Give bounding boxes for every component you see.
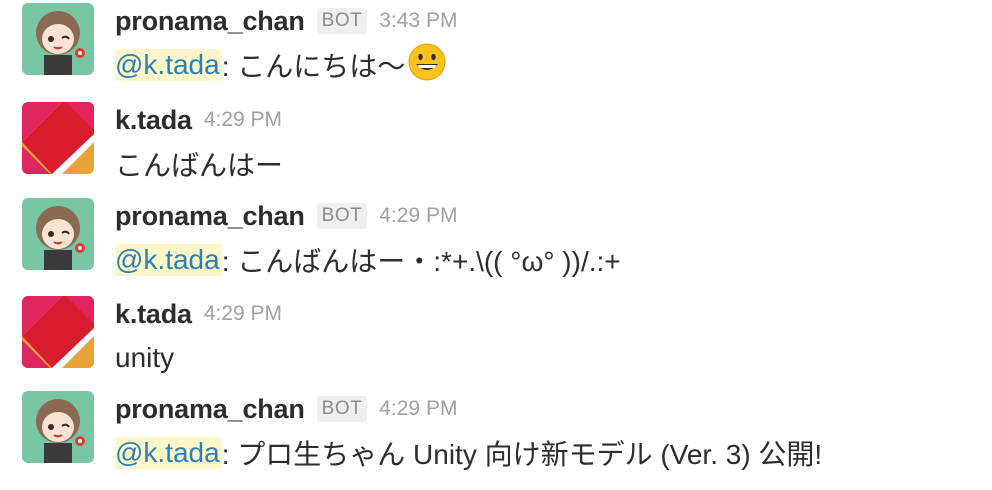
username[interactable]: k.tada: [115, 299, 192, 330]
user-mention[interactable]: @k.tada: [115, 437, 222, 469]
timestamp[interactable]: 4:29 PM: [204, 108, 282, 132]
message-body: @k.tada : こんにちは〜: [115, 43, 447, 85]
username[interactable]: pronama_chan: [115, 6, 305, 37]
pronama-chan-avatar[interactable]: [22, 391, 94, 463]
message-text: : プロ生ちゃん Unity 向け新モデル (Ver. 3) 公開!: [221, 439, 823, 470]
message-header: pronama_chan BOT 4:29 PM: [115, 391, 457, 427]
pronama-chan-avatar[interactable]: [22, 198, 94, 270]
message-header: k.tada 4:29 PM: [115, 296, 282, 332]
timestamp[interactable]: 4:29 PM: [379, 204, 457, 228]
bot-badge: BOT: [316, 203, 368, 229]
user-mention[interactable]: @k.tada: [115, 49, 222, 81]
username[interactable]: pronama_chan: [115, 394, 305, 425]
message-header: pronama_chan BOT 3:43 PM: [115, 3, 457, 39]
message-item: pronama_chan BOT 4:29 PM @k.tada : こんばんは…: [22, 198, 972, 278]
message-text: こんばんはー: [115, 150, 284, 181]
message-feed: pronama_chan BOT 3:43 PM @k.tada : こんにちは…: [0, 0, 992, 490]
username[interactable]: pronama_chan: [115, 201, 305, 232]
k-tada-avatar[interactable]: [22, 102, 94, 174]
message-body: こんばんはー: [115, 144, 283, 184]
message-header: k.tada 4:29 PM: [115, 102, 282, 138]
timestamp[interactable]: 4:29 PM: [379, 397, 457, 421]
bot-badge: BOT: [316, 396, 368, 422]
message-body: unity: [115, 338, 174, 378]
pronama-chan-avatar[interactable]: [22, 3, 94, 75]
user-mention[interactable]: @k.tada: [115, 244, 222, 276]
message-item: k.tada 4:29 PM こんばんはー: [22, 102, 972, 182]
timestamp[interactable]: 4:29 PM: [204, 302, 282, 326]
message-item: k.tada 4:29 PM unity: [22, 296, 972, 376]
message-body: @k.tada : こんばんはー・:*+.\(( °ω° ))/.:+: [115, 240, 621, 280]
message-text: unity: [115, 342, 175, 373]
timestamp[interactable]: 3:43 PM: [379, 9, 457, 33]
message-text: : こんばんはー・:*+.\(( °ω° ))/.:+: [221, 246, 621, 277]
message-item: pronama_chan BOT 4:29 PM @k.tada : プロ生ちゃ…: [22, 391, 972, 471]
grinning-face-emoji: [407, 42, 447, 89]
message-text: : こんにちは〜: [221, 51, 406, 82]
message-item: pronama_chan BOT 3:43 PM @k.tada : こんにちは…: [22, 3, 972, 83]
username[interactable]: k.tada: [115, 105, 192, 136]
bot-badge: BOT: [316, 8, 368, 34]
message-body: @k.tada : プロ生ちゃん Unity 向け新モデル (Ver. 3) 公…: [115, 433, 822, 473]
message-header: pronama_chan BOT 4:29 PM: [115, 198, 457, 234]
k-tada-avatar[interactable]: [22, 296, 94, 368]
